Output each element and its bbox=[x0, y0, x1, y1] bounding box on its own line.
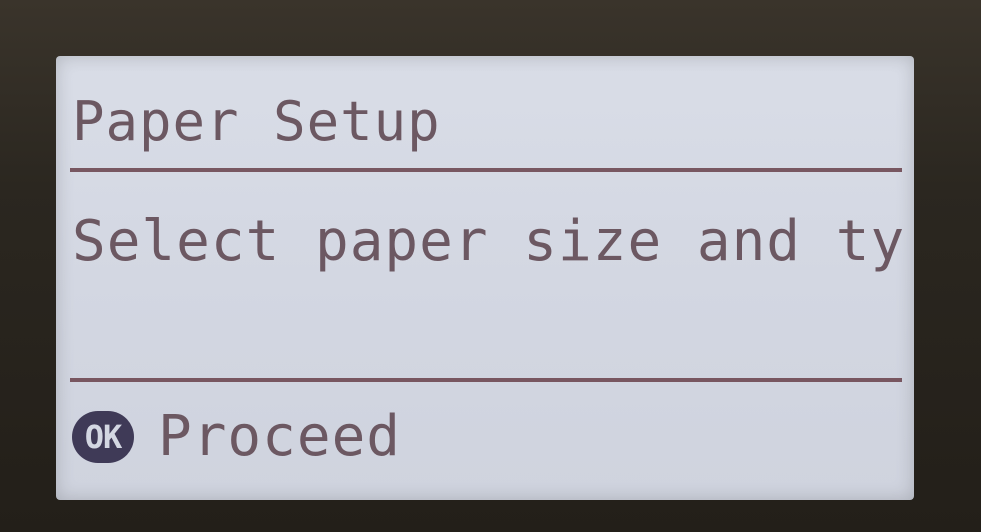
lcd-screen: Paper Setup Select paper size and typ OK… bbox=[56, 56, 914, 500]
title-divider bbox=[70, 168, 902, 172]
ok-button-icon[interactable]: OK bbox=[72, 411, 134, 463]
printer-bezel: Paper Setup Select paper size and typ OK… bbox=[0, 0, 981, 532]
instruction-message: Select paper size and typ bbox=[72, 209, 910, 274]
footer-divider bbox=[70, 378, 902, 382]
screen-title: Paper Setup bbox=[72, 90, 441, 153]
footer-action[interactable]: OK Proceed bbox=[72, 394, 401, 480]
proceed-label: Proceed bbox=[158, 404, 402, 469]
